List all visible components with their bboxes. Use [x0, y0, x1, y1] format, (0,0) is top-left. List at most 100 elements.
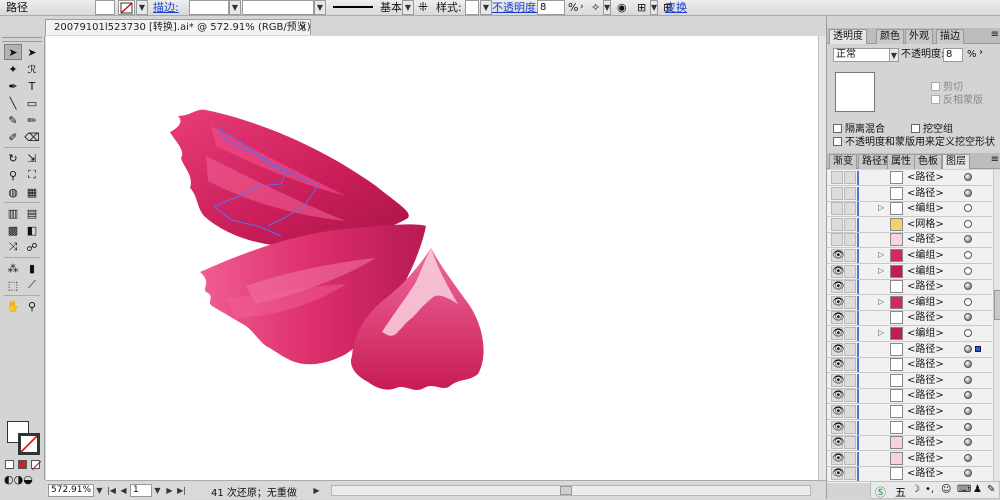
panel-opacity-input[interactable]: 8 — [943, 48, 963, 62]
slice-tool[interactable]: ⟋ — [23, 277, 41, 293]
eye-icon[interactable] — [831, 233, 843, 247]
layer-row[interactable]: 👁 <路径> — [827, 466, 992, 483]
layer-row[interactable]: <路径> — [827, 232, 992, 249]
eye-icon[interactable] — [831, 171, 843, 184]
lock-toggle[interactable] — [844, 217, 856, 231]
eye-icon[interactable]: 👁 — [831, 436, 845, 450]
eye-icon[interactable] — [831, 202, 843, 216]
scale-tool[interactable]: ⇲ — [23, 150, 41, 166]
type-tool[interactable]: T — [23, 78, 41, 94]
canvas-vertical-scrollbar[interactable] — [818, 36, 826, 480]
perspective-selection-tool[interactable]: ▤ — [23, 205, 41, 221]
layers-scroll-thumb[interactable] — [994, 290, 1000, 320]
eye-icon[interactable]: 👁 — [831, 280, 845, 294]
eye-icon[interactable]: 👁 — [831, 467, 845, 481]
scroll-thumb[interactable] — [560, 486, 572, 495]
lock-toggle[interactable] — [844, 249, 856, 262]
blob-brush-tool[interactable]: ✐ — [4, 129, 22, 145]
stroke-weight-input[interactable] — [189, 0, 229, 15]
column-graph-tool[interactable]: ▮ — [23, 260, 41, 276]
paintbrush-tool[interactable]: ✎ — [4, 112, 22, 128]
artboard-canvas[interactable] — [46, 36, 824, 480]
recolor-artwork-icon[interactable]: ✧ — [591, 1, 600, 14]
target-circle-icon[interactable] — [964, 297, 972, 306]
width-tool[interactable]: ⚲ — [4, 167, 22, 183]
mesh-tool[interactable]: ▩ — [4, 222, 22, 238]
disclosure-triangle-icon[interactable]: ▷ — [878, 328, 884, 337]
lock-toggle[interactable] — [844, 171, 856, 184]
zoom-tool[interactable]: ⚲ — [23, 298, 41, 314]
lasso-tool[interactable]: ℛ — [23, 61, 41, 77]
layers-panel-menu-icon[interactable]: ≡ — [991, 154, 999, 165]
document-tab[interactable]: 20079101l523730 [转换].ai* @ 572.91% (RGB/… — [45, 19, 311, 35]
direct-selection-tool[interactable]: ➤ — [23, 44, 41, 60]
status-menu-arrow[interactable]: ▶ — [311, 484, 322, 497]
gradient-mode-button[interactable] — [18, 460, 27, 469]
selection-tool[interactable]: ➤ — [4, 44, 22, 60]
eye-icon[interactable]: 👁 — [831, 420, 845, 434]
layers-scrollbar[interactable] — [993, 170, 1000, 483]
tab-attributes[interactable]: 属性 — [887, 154, 915, 169]
lock-toggle[interactable] — [844, 311, 856, 325]
eye-icon[interactable] — [831, 186, 843, 200]
clip-checkbox[interactable]: 剪切 — [931, 82, 963, 94]
recolor-dropdown[interactable]: ▼ — [603, 0, 611, 15]
lock-toggle[interactable] — [844, 342, 856, 356]
tools-wrench-icon[interactable]: ✎ — [987, 484, 995, 495]
target-circle-icon[interactable] — [964, 469, 972, 478]
eye-icon[interactable]: 👁 — [831, 295, 845, 309]
lock-toggle[interactable] — [844, 233, 856, 247]
select-similar-icon[interactable]: ⊞ — [637, 1, 646, 14]
stroke-dropdown[interactable]: ▼ — [136, 0, 148, 15]
lock-toggle[interactable] — [844, 327, 856, 340]
layer-row[interactable]: 👁 <路径> — [827, 373, 992, 389]
eye-icon[interactable] — [831, 217, 843, 231]
tab-stroke[interactable]: 描边 — [936, 29, 964, 44]
layer-row[interactable]: 👁 ▷ <编组> — [827, 248, 992, 264]
pencil-tool[interactable]: ✏ — [23, 112, 41, 128]
layer-row[interactable]: 👁 <路径> — [827, 310, 992, 327]
disclosure-triangle-icon[interactable]: ▷ — [878, 266, 884, 275]
ime-logo-icon[interactable]: Ⓢ — [875, 484, 886, 500]
eraser-tool[interactable]: ⌫ — [23, 129, 41, 145]
layer-row[interactable]: 👁 <路径> — [827, 388, 992, 405]
target-circle-icon[interactable] — [964, 266, 972, 275]
target-circle-icon[interactable] — [964, 219, 972, 228]
target-circle-icon[interactable] — [964, 235, 972, 244]
layer-row[interactable]: 👁 <路径> — [827, 357, 992, 374]
target-circle-icon[interactable] — [964, 360, 972, 369]
target-circle-icon[interactable] — [964, 282, 972, 291]
canvas-horizontal-scrollbar[interactable] — [331, 485, 811, 496]
tools-panel-grip[interactable] — [2, 37, 42, 42]
lock-toggle[interactable] — [844, 202, 856, 216]
tab-transparency[interactable]: 透明度 — [829, 29, 867, 44]
free-transform-tool[interactable]: ⛶ — [23, 167, 41, 183]
opacity-mask-thumbnail[interactable] — [835, 72, 875, 112]
lock-toggle[interactable] — [844, 358, 856, 372]
prev-artboard-button[interactable]: ◀ — [118, 484, 129, 497]
layer-row[interactable]: 👁 <路径> — [827, 342, 992, 358]
selection-indicator[interactable] — [975, 345, 981, 352]
invert-mask-checkbox[interactable]: 反相蒙版 — [931, 95, 983, 107]
keyboard-icon[interactable]: ⌨ — [957, 484, 971, 495]
eye-icon[interactable]: 👁 — [831, 358, 845, 372]
opacity-arrow-icon[interactable]: › — [580, 1, 584, 14]
eye-icon[interactable]: 👁 — [831, 342, 845, 356]
eye-icon[interactable]: 👁 — [831, 389, 845, 403]
tab-color[interactable]: 颜色 — [876, 29, 904, 44]
panel-menu-icon[interactable]: ≡ — [991, 29, 999, 40]
layer-row[interactable]: 👁 ▷ <编组> — [827, 326, 992, 342]
live-paint-tool[interactable]: ▦ — [23, 184, 41, 200]
artboard-tool[interactable]: ⬚ — [4, 277, 22, 293]
lock-toggle[interactable] — [844, 264, 856, 278]
symbol-sprayer-tool[interactable]: ⁂ — [4, 260, 22, 276]
eye-icon[interactable]: 👁 — [831, 327, 845, 340]
tab-gradient[interactable]: 渐变 — [829, 154, 857, 169]
zoom-dropdown[interactable]: ▼ — [94, 484, 105, 497]
eye-icon[interactable]: 👁 — [831, 311, 845, 325]
brush-dropdown[interactable]: ▼ — [402, 0, 414, 15]
blend-tool[interactable]: ☍ — [23, 239, 41, 255]
opacity-mask-knockout-checkbox[interactable]: 不透明度和蒙版用来定义挖空形状 — [833, 137, 995, 149]
lock-toggle[interactable] — [844, 373, 856, 387]
pen-tool[interactable]: ✒ — [4, 78, 22, 94]
